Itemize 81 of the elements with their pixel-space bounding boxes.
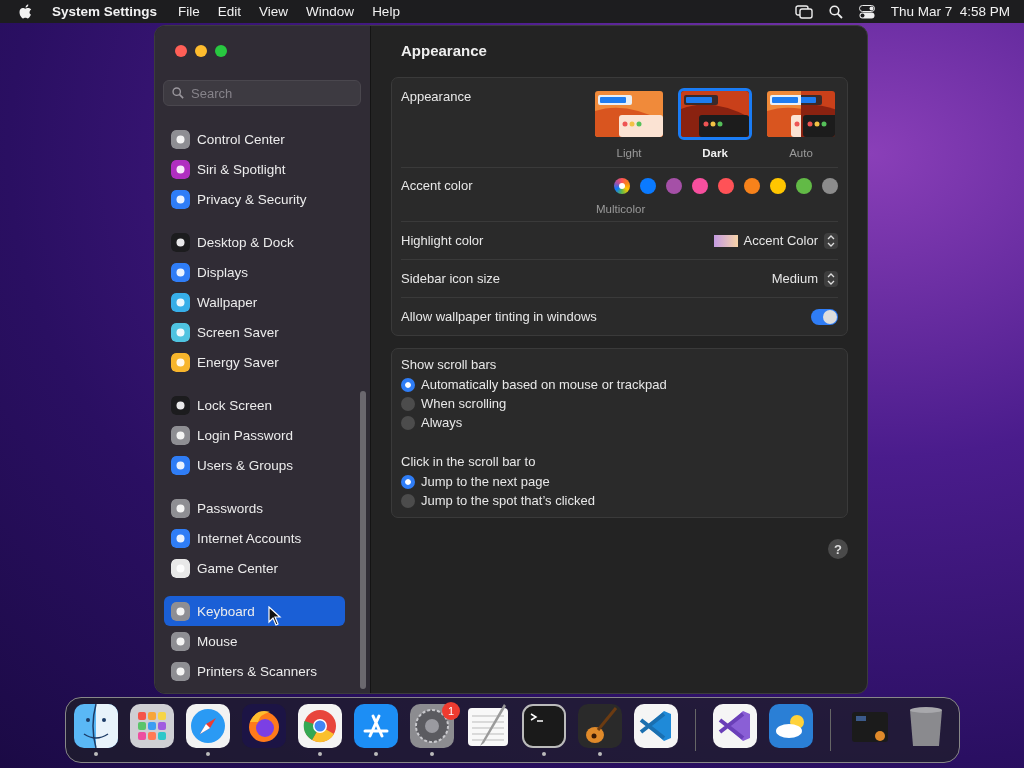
- accent-name: Multicolor: [596, 203, 646, 215]
- control-center-icon[interactable]: [858, 4, 875, 19]
- toggle-switch[interactable]: [811, 308, 838, 325]
- sidebar-item[interactable]: Siri & Spotlight: [164, 154, 345, 184]
- sidebar-item[interactable]: Keyboard: [164, 596, 345, 626]
- menu-item[interactable]: Edit: [208, 4, 251, 19]
- sidebar-item[interactable]: Game Center: [164, 553, 345, 583]
- grid-icon[interactable]: [130, 704, 174, 748]
- app-store-icon[interactable]: [354, 704, 398, 748]
- ribbon-icon[interactable]: [634, 704, 678, 748]
- menu-item[interactable]: Window: [297, 4, 364, 19]
- radio-option[interactable]: When scrolling: [401, 394, 507, 413]
- app-menu[interactable]: System Settings: [46, 4, 170, 19]
- sidebar-item[interactable]: Control Center: [164, 124, 345, 154]
- accent-swatch[interactable]: [666, 178, 682, 194]
- sidebar-item[interactable]: Mouse: [164, 626, 345, 656]
- appearance-option[interactable]: Dark: [678, 88, 752, 159]
- accent-swatch[interactable]: [770, 178, 786, 194]
- minimize-button[interactable]: [195, 45, 207, 57]
- cloud-sun-icon[interactable]: [769, 704, 813, 748]
- close-button[interactable]: [175, 45, 187, 57]
- accent-swatch[interactable]: [718, 178, 734, 194]
- window-title: Appearance: [400, 41, 488, 61]
- search-icon[interactable]: [828, 4, 843, 19]
- radio-option[interactable]: Automatically based on mouse or trackpad: [401, 375, 667, 394]
- stepper-icon: [824, 270, 838, 287]
- sidebar-item[interactable]: Screen Saver: [164, 317, 345, 347]
- accent-swatch[interactable]: [822, 178, 838, 194]
- terminal-icon[interactable]: [522, 704, 566, 748]
- guitar-icon[interactable]: [578, 704, 622, 748]
- chrome-icon[interactable]: [298, 704, 342, 748]
- sidebar-item[interactable]: Internet Accounts: [164, 523, 345, 553]
- sidebar-item[interactable]: Displays: [164, 257, 345, 287]
- sidebar-item[interactable]: Energy Saver: [164, 347, 345, 377]
- stepper-icon: [824, 232, 838, 249]
- sidebar-item[interactable]: Lock Screen: [164, 390, 345, 420]
- compass-icon[interactable]: [186, 704, 230, 748]
- setting-label: Accent color: [401, 177, 473, 193]
- menu-item[interactable]: Help: [363, 4, 409, 19]
- setting-label: Appearance: [401, 88, 472, 104]
- search-icon: [172, 87, 184, 99]
- help-button[interactable]: ?: [828, 539, 848, 559]
- accent-swatch[interactable]: [640, 178, 656, 194]
- face-icon[interactable]: [74, 704, 118, 748]
- radio-option[interactable]: Always: [401, 413, 463, 432]
- scroll-bar[interactable]: [360, 391, 366, 689]
- highlight-popup[interactable]: Accent Color: [713, 232, 838, 249]
- apple-icon[interactable]: [18, 3, 32, 20]
- notification-badge: 1: [442, 702, 460, 720]
- icon-size-popup[interactable]: Medium: [771, 270, 838, 287]
- windows-icon[interactable]: [794, 4, 813, 19]
- gear-icon[interactable]: [410, 704, 454, 748]
- sidebar-item[interactable]: Privacy & Security: [164, 184, 345, 214]
- sidebar-item[interactable]: Users & Groups: [164, 450, 345, 480]
- paper-pen-icon[interactable]: [466, 704, 510, 748]
- sidebar-item[interactable]: Passwords: [164, 493, 345, 523]
- appearance-option[interactable]: Light: [592, 88, 666, 159]
- pointer-icon: [268, 606, 282, 626]
- setting-label: Allow wallpaper tinting in windows: [401, 309, 597, 324]
- menu-item[interactable]: View: [250, 4, 298, 19]
- radio-option[interactable]: Jump to the spot that’s clicked: [401, 491, 595, 510]
- sidebar-item[interactable]: Login Password: [164, 420, 345, 450]
- group-label: Show scroll bars: [401, 357, 498, 374]
- sidebar-item[interactable]: Printers & Scanners: [164, 656, 345, 686]
- group-label: Click in the scroll bar to: [401, 454, 537, 471]
- fox-globe-icon[interactable]: [242, 704, 286, 748]
- radio-option[interactable]: Jump to the next page: [401, 472, 550, 491]
- accent-swatch[interactable]: [796, 178, 812, 194]
- appearance-option[interactable]: Auto: [764, 88, 838, 159]
- accent-swatch[interactable]: [744, 178, 760, 194]
- search-field[interactable]: Search: [163, 80, 361, 106]
- menu-item[interactable]: File: [169, 4, 209, 19]
- setting-label: Sidebar icon size: [401, 271, 500, 286]
- setting-label: Highlight color: [401, 233, 484, 248]
- accent-swatch[interactable]: [692, 178, 708, 194]
- zoom-button[interactable]: [215, 45, 227, 57]
- sidebar-item[interactable]: Desktop & Dock: [164, 227, 345, 257]
- accent-swatch[interactable]: [614, 178, 630, 194]
- ribbon-icon[interactable]: [713, 704, 757, 748]
- clock[interactable]: Thu Mar 7 4:58 PM: [890, 4, 1010, 19]
- sidebar-item[interactable]: Wallpaper: [164, 287, 345, 317]
